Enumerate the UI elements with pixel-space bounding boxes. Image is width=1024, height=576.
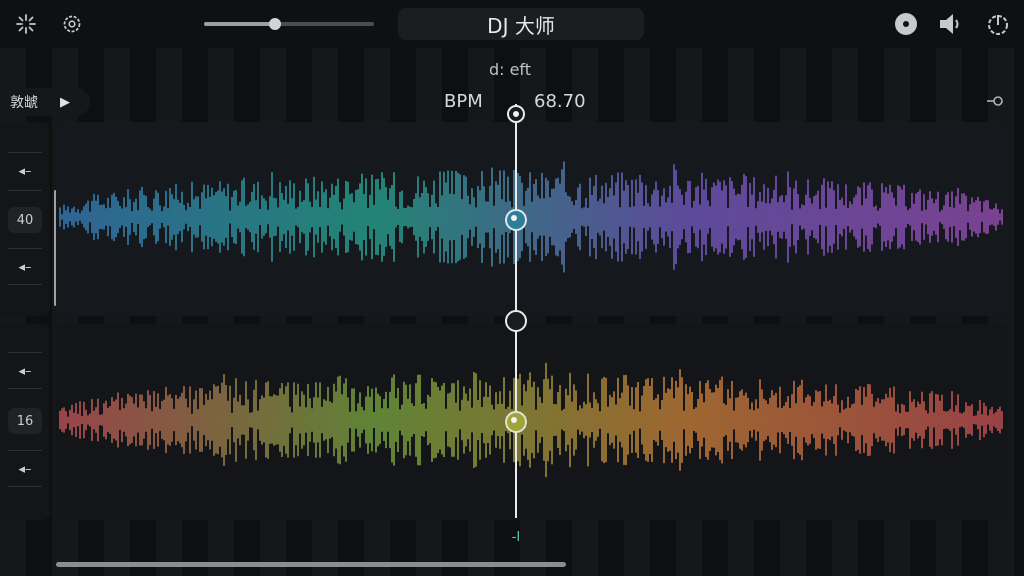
deck-a-waveform-panel[interactable]: [56, 122, 1008, 316]
horizontal-scrollbar[interactable]: [56, 562, 566, 567]
waveform-path: [59, 362, 1003, 478]
deck-a-nudge-up-button[interactable]: ◂–: [8, 158, 42, 184]
play-icon[interactable]: ▶: [60, 95, 70, 110]
deck-a-side-panel: ◂– 40 ◂–: [0, 122, 50, 316]
search-icon[interactable]: [982, 88, 1010, 114]
deck-label-text: 敦䖓: [10, 95, 38, 111]
deck-a-value-badge[interactable]: 40: [8, 207, 42, 233]
deck-b-nudge-up-button[interactable]: ◂–: [8, 358, 42, 384]
app-title: DJ 大师: [398, 8, 644, 40]
divider: [8, 284, 42, 285]
deck-a-waveform[interactable]: [56, 122, 1008, 316]
bpm-label: BPM: [444, 91, 483, 112]
deck-b-cue-handle[interactable]: [505, 411, 527, 433]
divider: [8, 352, 42, 353]
waveform-path: [59, 161, 1003, 273]
divider: [8, 486, 42, 487]
sparkle-icon[interactable]: [12, 10, 40, 38]
sync-handle[interactable]: [505, 310, 527, 332]
bpm-value: 68.70: [534, 91, 586, 112]
divider: [8, 190, 42, 191]
deck-b-waveform[interactable]: [56, 324, 1008, 520]
deck-b-waveform-panel[interactable]: [56, 324, 1008, 520]
crossfader-slider[interactable]: [204, 18, 374, 30]
divider: [8, 152, 42, 153]
effect-label: d: eft: [488, 60, 532, 79]
deck-a-cue-handle[interactable]: [505, 209, 527, 231]
power-icon[interactable]: [984, 10, 1012, 38]
speaker-icon[interactable]: [936, 10, 964, 38]
deck-b-nudge-down-button[interactable]: ◂–: [8, 456, 42, 482]
divider: [8, 248, 42, 249]
deck-b-value-badge[interactable]: 16: [8, 408, 42, 434]
deck-label[interactable]: 敦䖓 ▶: [0, 88, 90, 116]
playhead-top-handle[interactable]: [507, 105, 525, 123]
vinyl-icon[interactable]: [892, 10, 920, 38]
deck-b-side-panel: ◂– 16 ◂–: [0, 324, 50, 520]
crossfader-fill: [204, 22, 276, 26]
crossfader-thumb[interactable]: [269, 18, 282, 30]
position-marker: -I: [511, 530, 521, 545]
deck-a-nudge-down-button[interactable]: ◂–: [8, 254, 42, 280]
settings-icon[interactable]: [58, 10, 86, 38]
top-bar: DJ 大师: [0, 0, 1024, 48]
divider: [8, 450, 42, 451]
divider: [8, 388, 42, 389]
